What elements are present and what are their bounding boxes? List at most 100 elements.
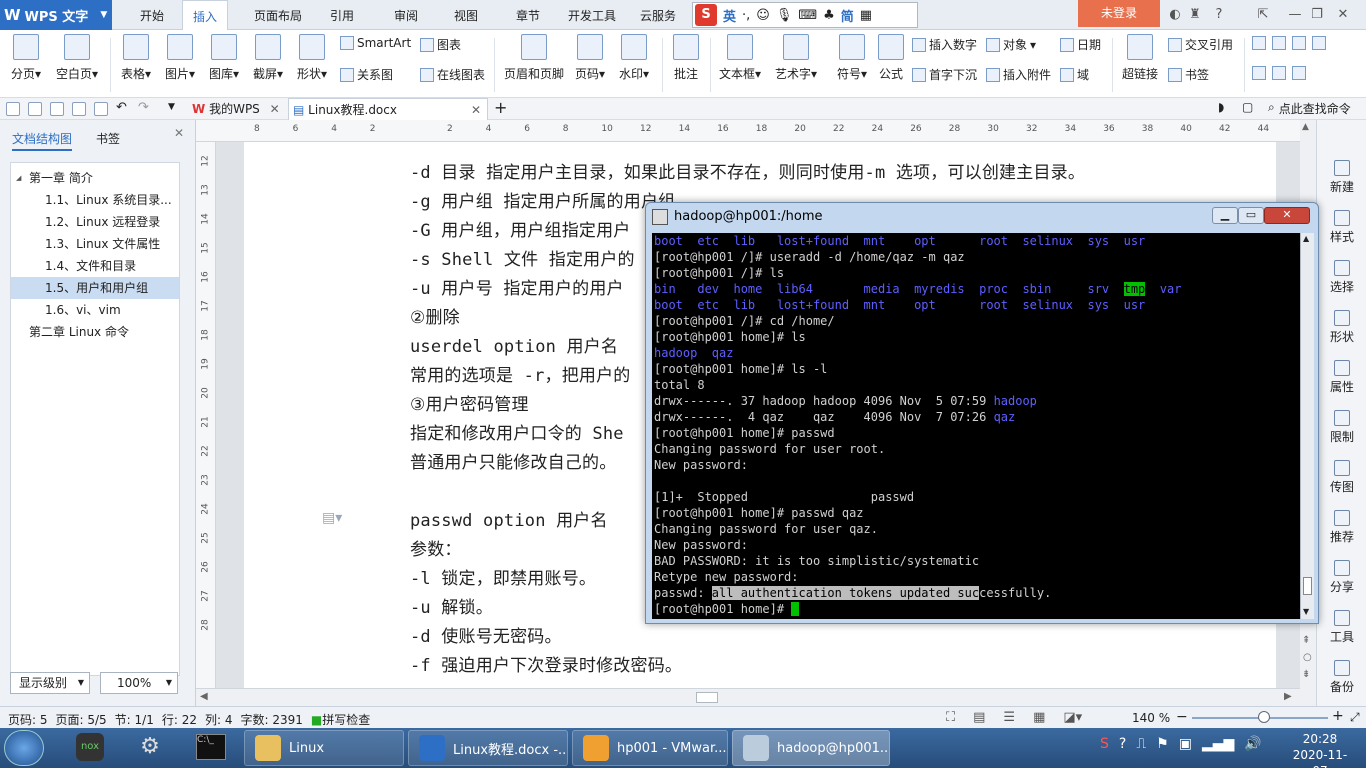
page-number-button[interactable]: 页码▾ bbox=[572, 34, 608, 82]
open-folder-icon[interactable] bbox=[6, 102, 20, 116]
undo-icon[interactable]: ↶ bbox=[116, 100, 127, 115]
outline-view-icon[interactable]: ☰ bbox=[1003, 710, 1015, 725]
zoom-in-icon[interactable]: + bbox=[1332, 708, 1344, 724]
ime-simplified[interactable]: 简 bbox=[841, 6, 854, 25]
taskbar-item-linux[interactable]: Linux bbox=[244, 730, 404, 766]
emoji-icon[interactable]: ☺ bbox=[756, 8, 770, 23]
doc-line[interactable]: -s Shell 文件 指定用户的 bbox=[410, 245, 635, 270]
export-pdf-icon[interactable] bbox=[50, 102, 64, 116]
picture-button[interactable]: 图片▾ bbox=[162, 34, 198, 82]
menu-tab[interactable]: 审阅 bbox=[384, 0, 428, 30]
taskbar-item-wps[interactable]: Linux教程.docx -... bbox=[408, 730, 568, 766]
device-icon[interactable]: ▣ bbox=[1179, 736, 1192, 752]
prev-page-icon[interactable]: ⇞ bbox=[1302, 635, 1310, 646]
sogou-tray-icon[interactable]: S bbox=[1100, 736, 1109, 752]
pane-zoom-dropdown[interactable]: 100% ▼ bbox=[100, 672, 178, 694]
select-browse-icon[interactable]: ○ bbox=[1303, 652, 1312, 663]
tab-bookmark[interactable]: 书签 bbox=[96, 130, 120, 147]
doc-line[interactable]: passwd option 用户名 bbox=[410, 506, 608, 531]
tab-my-wps[interactable]: W 我的WPS ✕ bbox=[188, 98, 286, 120]
doc-line[interactable]: 普通用户只能修改自己的。 bbox=[410, 448, 616, 473]
online-chart-button[interactable]: 在线图表 bbox=[420, 66, 485, 83]
customize-chevron-icon[interactable]: ▼ bbox=[168, 102, 175, 112]
doc-line[interactable]: userdel option 用户名 bbox=[410, 332, 618, 357]
close-pane-icon[interactable]: ✕ bbox=[174, 126, 184, 140]
scroll-right-icon[interactable]: ▶ bbox=[1284, 691, 1292, 702]
terminal-scrollbar[interactable]: ▲ ▼ bbox=[1300, 233, 1314, 619]
symbol-button[interactable]: 符号▾ bbox=[834, 34, 870, 82]
skin-icon[interactable]: ♣ bbox=[823, 8, 835, 23]
right-pane-button[interactable]: 推荐 bbox=[1317, 510, 1366, 545]
doc-line[interactable]: -u 用户号 指定用户的用户 bbox=[410, 274, 624, 299]
restore-ribbon-icon[interactable]: ⇱ bbox=[1252, 4, 1274, 26]
doc-line[interactable]: -d 使账号无密码。 bbox=[410, 622, 562, 647]
hyperlink-button[interactable]: 超链接 bbox=[1120, 34, 1160, 82]
close-tab-icon[interactable]: ✕ bbox=[471, 99, 481, 121]
status-words[interactable]: 字数: 2391 bbox=[240, 711, 302, 728]
cmd-icon[interactable]: C:\_ bbox=[196, 734, 226, 760]
menu-tab[interactable]: 视图 bbox=[444, 0, 488, 30]
doc-line[interactable]: ③用户密码管理 bbox=[410, 390, 529, 415]
scroll-down-icon[interactable]: ▼ bbox=[1303, 607, 1309, 616]
doc-line[interactable]: 指定和修改用户口令的 She bbox=[410, 419, 624, 444]
nav-tree-item[interactable]: 1.1、Linux 系统目录... bbox=[11, 189, 179, 211]
share-doc-icon[interactable]: ▢ bbox=[1242, 100, 1253, 114]
vertical-ruler[interactable]: 12 13 14 15 16 17 18 19 20 21 22 23 24 25 26 27 28 bbox=[196, 142, 216, 688]
right-pane-button[interactable]: 选择 bbox=[1317, 260, 1366, 295]
save-icon[interactable] bbox=[28, 102, 42, 116]
screenshot-button[interactable]: 截屏▾ bbox=[250, 34, 286, 82]
scroll-up-icon[interactable]: ▲ bbox=[1302, 122, 1309, 132]
date-button[interactable]: 日期 bbox=[1060, 36, 1101, 53]
putty-window[interactable]: hadoop@hp001:/home ▁ ▭ ✕ boot etc lib lo… bbox=[645, 202, 1319, 624]
clock[interactable]: 20:28 2020-11-07 bbox=[1286, 731, 1354, 779]
header-footer-button[interactable]: 页眉和页脚 bbox=[502, 34, 566, 82]
close-icon[interactable]: ✕ bbox=[1264, 207, 1310, 224]
menu-tab[interactable]: 开始 bbox=[130, 0, 174, 30]
horizontal-ruler[interactable]: 8 6 4 2 2 4 6 8 10 12 14 16 18 20 22 24 26 28 30 32 34 36 38 40… bbox=[196, 120, 1300, 142]
doc-line[interactable]: 参数： bbox=[410, 535, 462, 560]
nav-tree-item[interactable]: ◢ 第一章 简介 bbox=[11, 167, 179, 189]
right-pane-button[interactable]: 限制 bbox=[1317, 410, 1366, 445]
relation-chart-button[interactable]: 关系图 bbox=[340, 66, 393, 83]
zoom-level[interactable]: 140 % bbox=[1132, 711, 1170, 725]
shirt-icon[interactable]: ♜ bbox=[1184, 4, 1206, 26]
scroll-thumb[interactable] bbox=[696, 692, 718, 703]
print-preview-icon[interactable] bbox=[94, 102, 108, 116]
ime-toolbar[interactable]: S 英 ·, ☺ 🎙 ⌨ ♣ 简 ▦ bbox=[692, 2, 918, 28]
right-pane-button[interactable]: 分享 bbox=[1317, 560, 1366, 595]
nav-tree-item[interactable]: 第二章 Linux 命令 bbox=[11, 321, 179, 343]
form-shading-icon[interactable] bbox=[1252, 66, 1266, 80]
object-button[interactable]: 对象 ▾ bbox=[986, 36, 1036, 53]
chart-button[interactable]: 图表 bbox=[420, 36, 461, 53]
doc-line[interactable]: -d 目录 指定用户主目录，如果此目录不存在，则同时使用-m 选项，可以创建主目… bbox=[410, 158, 1085, 183]
right-pane-button[interactable]: 新建 bbox=[1317, 160, 1366, 195]
volume-icon[interactable]: 🔊 bbox=[1244, 736, 1261, 752]
right-pane-button[interactable]: 属性 bbox=[1317, 360, 1366, 395]
terminal-screen[interactable]: boot etc lib lost+found mnt opt root sel… bbox=[652, 233, 1300, 619]
new-tab-icon[interactable]: + bbox=[494, 98, 507, 117]
login-button[interactable]: 未登录 bbox=[1078, 0, 1160, 27]
insert-attachment-button[interactable]: 插入附件 bbox=[986, 66, 1051, 83]
ime-lang[interactable]: 英 bbox=[723, 6, 736, 25]
eraser-icon[interactable] bbox=[1272, 66, 1286, 80]
spell-check[interactable]: ■拼写检查 bbox=[311, 711, 370, 728]
scroll-up-icon[interactable]: ▲ bbox=[1303, 234, 1309, 243]
minimize-icon[interactable]: ▁ bbox=[1212, 207, 1238, 224]
app-menu-button[interactable]: W WPS 文字 ▼ bbox=[0, 0, 112, 30]
nav-tree-item[interactable]: 1.3、Linux 文件属性 bbox=[11, 233, 179, 255]
comment-button[interactable]: 批注 bbox=[670, 34, 702, 82]
maximize-icon[interactable]: ▭ bbox=[1238, 207, 1264, 224]
doc-line[interactable]: 常用的选项是 -r，把用户的 bbox=[410, 361, 631, 386]
watermark-button[interactable]: 水印▾ bbox=[616, 34, 652, 82]
field-button[interactable]: 域 bbox=[1060, 66, 1089, 83]
zoom-slider-thumb[interactable] bbox=[1258, 711, 1270, 723]
drop-cap-button[interactable]: 首字下沉 bbox=[912, 66, 977, 83]
page-break-button[interactable]: 分页▾ bbox=[8, 34, 44, 82]
scroll-left-icon[interactable]: ◀ bbox=[200, 691, 208, 702]
help-icon[interactable]: ? bbox=[1208, 4, 1230, 26]
bookmark-button[interactable]: 书签 bbox=[1168, 66, 1209, 83]
doc-line[interactable]: -f 强迫用户下次登录时修改密码。 bbox=[410, 651, 682, 676]
expand-arrow-icon[interactable]: ◢ bbox=[16, 167, 21, 189]
grid-icon[interactable]: ▦ bbox=[860, 8, 872, 23]
skin-settings-icon[interactable]: ◐ bbox=[1164, 4, 1186, 26]
